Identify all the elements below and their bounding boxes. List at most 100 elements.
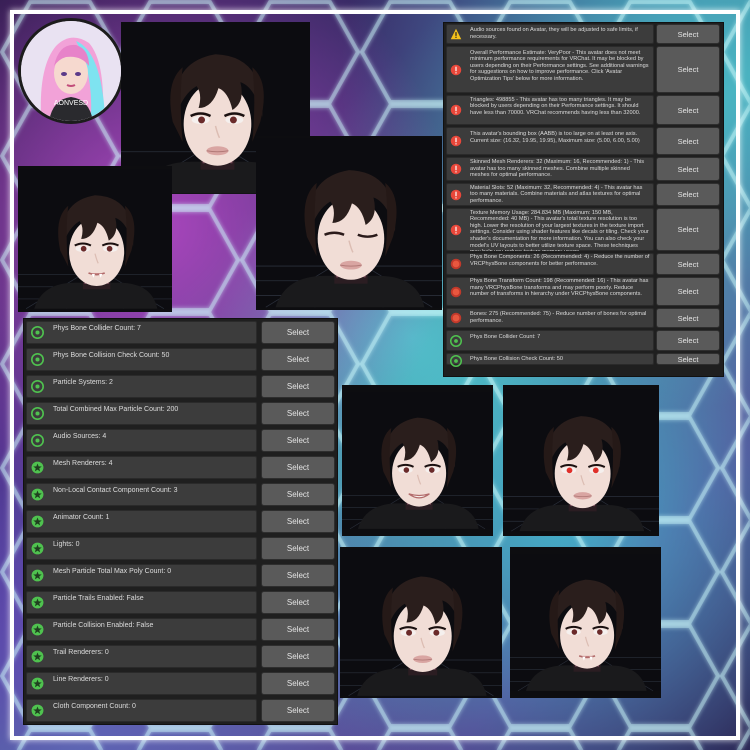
- avatar-face-red-eyes: [503, 389, 659, 532]
- select-button[interactable]: Select: [261, 645, 335, 668]
- avatar-face-smile: [342, 392, 493, 530]
- good-icon: [450, 355, 462, 367]
- select-button[interactable]: Select: [261, 429, 335, 452]
- row-message-text: Texture Memory Usage: 284.834 MB (Maximu…: [470, 209, 649, 251]
- validation-row: Total Combined Max Particle Count: 200 Se…: [26, 402, 335, 425]
- avatar-photo-closeup: [18, 166, 172, 312]
- select-button[interactable]: Select: [261, 321, 335, 344]
- avatar-face-fangs: [18, 169, 172, 309]
- row-message-text: Bones: 275 (Recommended: 75) - Reduce nu…: [470, 311, 647, 324]
- row-message-text: Mesh Renderers: 4: [53, 459, 113, 467]
- avatar-face-neutral: [340, 549, 502, 697]
- excellent-icon: [31, 596, 44, 609]
- validation-row: Trail Renderers: 0 Select: [26, 645, 335, 668]
- row-message-text: Skinned Mesh Renderers: 32 (Maximum: 16,…: [470, 159, 644, 179]
- validation-row: Texture Memory Usage: 284.834 MB (Maximu…: [446, 208, 721, 251]
- row-message-text: Phys Bone Collider Count: 7: [53, 324, 141, 332]
- row-message-text: Overall Performance Estimate: VeryPoor -…: [470, 49, 649, 83]
- top-validation-panel: Audio sources found on Avatar, they will…: [443, 22, 724, 377]
- row-message-text: Triangles: 498855 - This avatar has too …: [470, 96, 641, 116]
- select-button[interactable]: Select: [656, 183, 720, 206]
- select-button[interactable]: Select: [261, 591, 335, 614]
- avatar-photo-wink: [256, 136, 442, 310]
- validation-row: Non-Local Contact Component Count: 3 Sele…: [26, 483, 335, 506]
- select-button[interactable]: Select: [261, 375, 335, 398]
- select-button[interactable]: Select: [656, 308, 720, 328]
- select-button[interactable]: Select: [656, 24, 720, 44]
- good-icon: [31, 434, 44, 447]
- error-icon: [450, 104, 462, 116]
- select-button[interactable]: Select: [656, 353, 720, 365]
- validation-row: Triangles: 498855 - This avatar has too …: [446, 95, 721, 125]
- row-message-text: Phys Bone Components: 26 (Recommended: 4…: [470, 254, 650, 267]
- row-message-text: Particle Trails Enabled: False: [53, 594, 144, 602]
- validation-row: Skinned Mesh Renderers: 32 (Maximum: 16,…: [446, 157, 721, 181]
- validation-row: Audio Sources: 4 Select: [26, 429, 335, 452]
- avatar-face-wink: [256, 138, 442, 308]
- row-message-text: Phys Bone Collision Check Count: 50: [470, 355, 563, 362]
- validation-row: Particle Collision Enabled: False Select: [26, 618, 335, 641]
- validation-row: Cloth Component Count: 0 Select: [26, 699, 335, 722]
- row-message-text: Non-Local Contact Component Count: 3: [53, 486, 178, 494]
- excellent-icon: [31, 704, 44, 717]
- error-icon: [450, 135, 462, 147]
- validation-row: Mesh Renderers: 4 Select: [26, 456, 335, 479]
- select-button[interactable]: Select: [261, 510, 335, 533]
- validation-row: Lights: 0 Select: [26, 537, 335, 560]
- poor-icon: [450, 286, 462, 298]
- avatar-photo-fangs-side: [510, 547, 661, 698]
- select-button[interactable]: Select: [261, 699, 335, 722]
- validation-row: Phys Bone Collision Check Count: 50 Selec…: [446, 353, 721, 367]
- validation-row: Phys Bone Components: 26 (Recommended: 4…: [446, 253, 721, 275]
- avatar-photo-neutral-red: [340, 547, 502, 698]
- select-button[interactable]: Select: [261, 348, 335, 371]
- excellent-icon: [31, 488, 44, 501]
- validation-row: Animator Count: 1 Select: [26, 510, 335, 533]
- excellent-icon: [31, 569, 44, 582]
- row-message-text: Particle Collision Enabled: False: [53, 621, 154, 629]
- good-icon: [31, 380, 44, 393]
- select-button[interactable]: Select: [261, 402, 335, 425]
- validation-row: Overall Performance Estimate: VeryPoor -…: [446, 46, 721, 93]
- select-button[interactable]: Select: [261, 483, 335, 506]
- select-button[interactable]: Select: [656, 157, 720, 181]
- row-message-text: Audio Sources: 4: [53, 432, 107, 440]
- select-button[interactable]: Select: [656, 46, 720, 93]
- anime-girl-avatar-logo: AONVESD: [21, 21, 121, 121]
- logo: AONVESD: [18, 18, 124, 124]
- error-icon: [450, 224, 462, 236]
- select-button[interactable]: Select: [656, 253, 720, 275]
- select-button[interactable]: Select: [261, 672, 335, 695]
- select-button[interactable]: Select: [261, 456, 335, 479]
- avatar-face-fangs: [510, 554, 661, 692]
- good-icon: [31, 407, 44, 420]
- select-button[interactable]: Select: [261, 537, 335, 560]
- validation-row: Phys Bone Collider Count: 7 Select: [446, 330, 721, 351]
- select-button[interactable]: Select: [656, 127, 720, 155]
- validation-row: Audio sources found on Avatar, they will…: [446, 24, 721, 44]
- good-icon: [450, 334, 462, 347]
- excellent-icon: [31, 542, 44, 555]
- excellent-icon: [31, 623, 44, 636]
- row-message-text: Trail Renderers: 0: [53, 648, 109, 656]
- validation-row: Phys Bone Transform Count: 198 (Recommen…: [446, 277, 721, 306]
- select-button[interactable]: Select: [656, 208, 720, 251]
- good-icon: [31, 326, 44, 339]
- validation-row: Phys Bone Collider Count: 7 Select: [26, 321, 335, 344]
- row-message-text: Phys Bone Collision Check Count: 50: [53, 351, 170, 359]
- warning-icon: [450, 28, 462, 40]
- select-button[interactable]: Select: [656, 95, 720, 125]
- row-message-text: Line Renderers: 0: [53, 675, 109, 683]
- row-message-text: Phys Bone Transform Count: 198 (Recommen…: [470, 278, 649, 298]
- select-button[interactable]: Select: [261, 564, 335, 587]
- validation-row: Material Slots: 52 (Maximum: 32, Recomme…: [446, 183, 721, 206]
- row-message-text: Phys Bone Collider Count: 7: [470, 333, 541, 340]
- select-button[interactable]: Select: [656, 330, 720, 351]
- avatar-photo-red-eyes: [503, 385, 659, 536]
- select-button[interactable]: Select: [261, 618, 335, 641]
- poor-icon: [450, 312, 462, 324]
- excellent-icon: [31, 461, 44, 474]
- validation-row: Bones: 275 (Recommended: 75) - Reduce nu…: [446, 308, 721, 328]
- select-button[interactable]: Select: [656, 277, 720, 306]
- row-message-text: Mesh Particle Total Max Poly Count: 0: [53, 567, 172, 575]
